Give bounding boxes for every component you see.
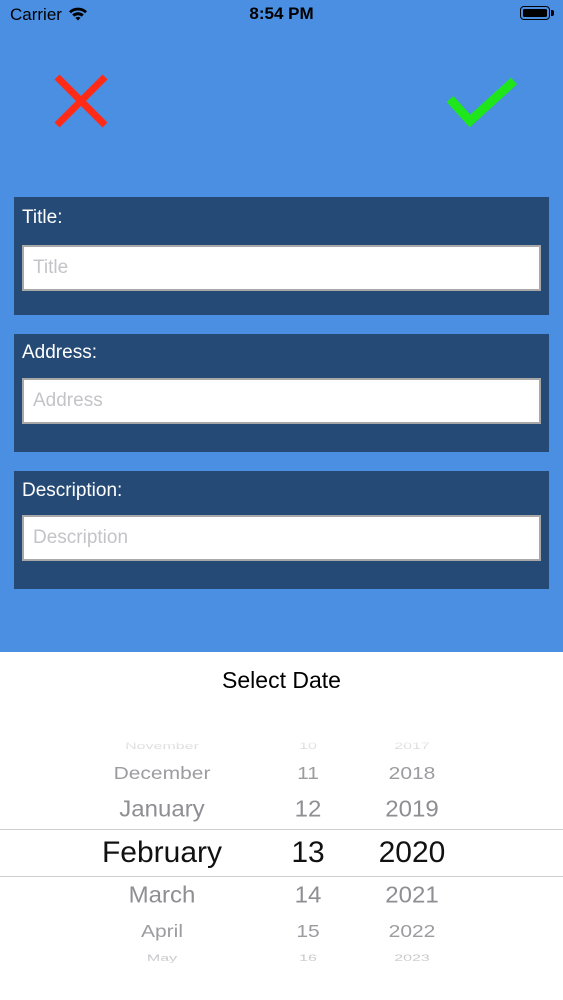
description-input[interactable]: [22, 515, 541, 561]
description-label: Description:: [22, 480, 123, 501]
year-wheel-item[interactable]: 2023: [262, 954, 562, 965]
year-wheel-item[interactable]: 2017: [262, 742, 562, 753]
status-bar: Carrier 8:54 PM: [0, 0, 563, 30]
status-time: 8:54 PM: [249, 4, 314, 23]
date-picker-sheet: Select Date November December January Febru…: [0, 652, 563, 1000]
battery-icon: [520, 6, 554, 20]
close-icon: [54, 74, 108, 128]
description-panel: Description:: [14, 471, 549, 589]
year-wheel-item[interactable]: 2018: [262, 764, 562, 785]
date-picker[interactable]: November December January February March Apri…: [0, 732, 563, 982]
title-label: Title:: [22, 207, 63, 228]
checkmark-icon: [446, 77, 518, 128]
address-panel: Address:: [14, 334, 549, 452]
selection-bottom-line: [0, 876, 563, 877]
year-wheel-item[interactable]: 2022: [262, 922, 562, 943]
title-input[interactable]: [22, 245, 541, 291]
date-picker-title: Select Date: [222, 667, 341, 693]
cancel-button[interactable]: [52, 72, 110, 130]
year-wheel-item[interactable]: 2021: [262, 882, 562, 909]
confirm-button[interactable]: [446, 77, 518, 131]
title-panel: Title:: [14, 197, 549, 315]
address-input[interactable]: [22, 378, 541, 424]
address-label: Address:: [22, 342, 97, 363]
year-wheel-item[interactable]: 2019: [262, 796, 562, 823]
selection-top-line: [0, 829, 563, 830]
year-wheel-item[interactable]: 2020: [262, 835, 562, 871]
